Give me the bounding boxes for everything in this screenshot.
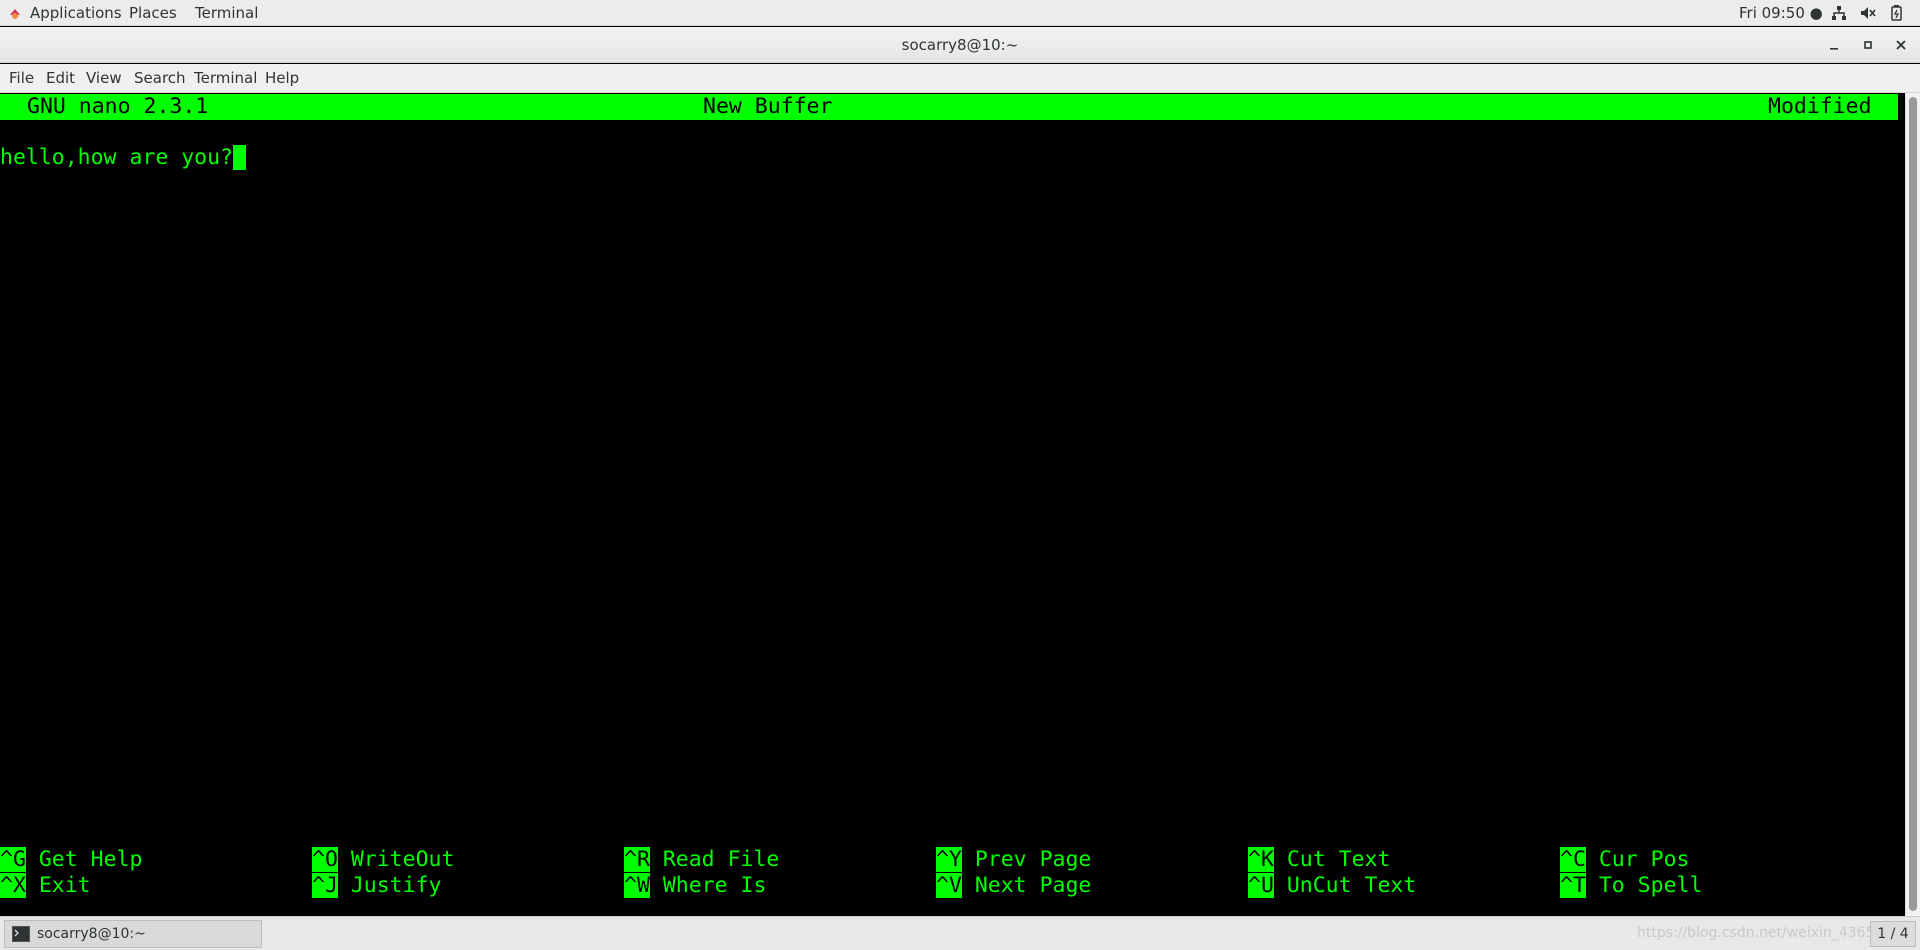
shortcut-label: WriteOut <box>350 847 455 872</box>
shortcut-label: Where Is <box>662 873 767 898</box>
nano-version: GNU nano 2.3.1 <box>27 94 209 119</box>
shortcut-key: ^K <box>1248 847 1274 872</box>
scrollbar-thumb[interactable] <box>1909 97 1917 911</box>
terminal-icon <box>12 926 30 942</box>
shortcut-key: ^V <box>936 873 962 898</box>
terminal-menubar: File Edit View Search Terminal Help <box>0 64 1920 93</box>
applications-menu[interactable]: Applications <box>30 4 122 22</box>
shortcut-label: Get Help <box>38 847 143 872</box>
terminal-screen[interactable]: GNU nano 2.3.1 New Buffer Modified hello… <box>0 93 1920 916</box>
terminal-scrollbar[interactable] <box>1905 93 1920 916</box>
editor-text: hello,how are you? <box>0 145 233 170</box>
shortcut-writeout: ^O WriteOut <box>312 847 454 873</box>
shortcut-key: ^T <box>1560 873 1586 898</box>
taskbar-window-button[interactable]: socarry8@10:~ <box>4 920 262 948</box>
window-title: socarry8@10:~ <box>901 36 1019 54</box>
shortcut-uncut-text: ^U UnCut Text <box>1248 873 1416 899</box>
close-icon[interactable] <box>1892 36 1910 54</box>
menu-edit[interactable]: Edit <box>46 69 75 87</box>
places-menu[interactable]: Places <box>129 4 177 22</box>
network-icon[interactable] <box>1830 4 1848 22</box>
menu-search[interactable]: Search <box>134 69 186 87</box>
watermark: https://blog.csdn.net/weixin_4365 <box>1637 925 1875 941</box>
top-panel: Applications Places Terminal Fri 09:50 ● <box>0 0 1920 26</box>
shortcut-label: Next Page <box>974 873 1092 898</box>
nano-modified-status: Modified <box>1768 94 1872 119</box>
bottom-panel: socarry8@10:~ https://blog.csdn.net/weix… <box>0 916 1920 950</box>
shortcut-key: ^C <box>1560 847 1586 872</box>
shortcut-prev-page: ^Y Prev Page <box>936 847 1091 873</box>
terminal-app-menu[interactable]: Terminal <box>195 4 258 22</box>
maximize-icon[interactable] <box>1859 36 1877 54</box>
workspace-indicator[interactable]: 1 / 4 <box>1870 921 1916 947</box>
shortcut-key: ^W <box>624 873 650 898</box>
battery-icon[interactable] <box>1887 4 1905 22</box>
menu-file[interactable]: File <box>9 69 34 87</box>
minimize-icon[interactable] <box>1825 36 1843 54</box>
text-cursor <box>233 145 246 170</box>
shortcut-exit: ^X Exit <box>0 873 91 899</box>
shortcut-key: ^J <box>312 873 338 898</box>
shortcut-label: UnCut Text <box>1286 873 1417 898</box>
menu-view[interactable]: View <box>86 69 122 87</box>
menu-terminal[interactable]: Terminal <box>194 69 257 87</box>
shortcut-key: ^O <box>312 847 338 872</box>
shortcut-cut-text: ^K Cut Text <box>1248 847 1390 873</box>
nano-titlebar: GNU nano 2.3.1 New Buffer Modified <box>0 94 1898 120</box>
editor-line[interactable]: hello,how are you? <box>0 145 246 171</box>
taskbar-window-label: socarry8@10:~ <box>37 926 146 942</box>
shortcut-key: ^Y <box>936 847 962 872</box>
shortcut-get-help: ^G Get Help <box>0 847 142 873</box>
nano-buffer-name: New Buffer <box>703 94 833 119</box>
shortcut-label: Justify <box>350 873 442 898</box>
shortcut-label: Read File <box>662 847 780 872</box>
clock[interactable]: Fri 09:50 ● <box>1739 4 1823 22</box>
shortcut-to-spell: ^T To Spell <box>1560 873 1702 899</box>
volume-icon[interactable] <box>1859 4 1877 22</box>
shortcut-label: Prev Page <box>974 847 1092 872</box>
shortcut-label: Exit <box>38 873 91 898</box>
shortcut-read-file: ^R Read File <box>624 847 779 873</box>
shortcut-where-is: ^W Where Is <box>624 873 766 899</box>
shortcut-justify: ^J Justify <box>312 873 441 899</box>
shortcut-key: ^R <box>624 847 650 872</box>
menu-help[interactable]: Help <box>265 69 299 87</box>
applications-icon <box>10 9 20 19</box>
shortcut-key: ^G <box>0 847 26 872</box>
shortcut-label: Cur Pos <box>1598 847 1690 872</box>
window-titlebar[interactable]: socarry8@10:~ <box>0 27 1920 63</box>
shortcut-label: To Spell <box>1598 873 1703 898</box>
shortcut-label: Cut Text <box>1286 847 1391 872</box>
shortcut-next-page: ^V Next Page <box>936 873 1091 899</box>
shortcut-cur-pos: ^C Cur Pos <box>1560 847 1689 873</box>
shortcut-key: ^X <box>0 873 26 898</box>
shortcut-key: ^U <box>1248 873 1274 898</box>
